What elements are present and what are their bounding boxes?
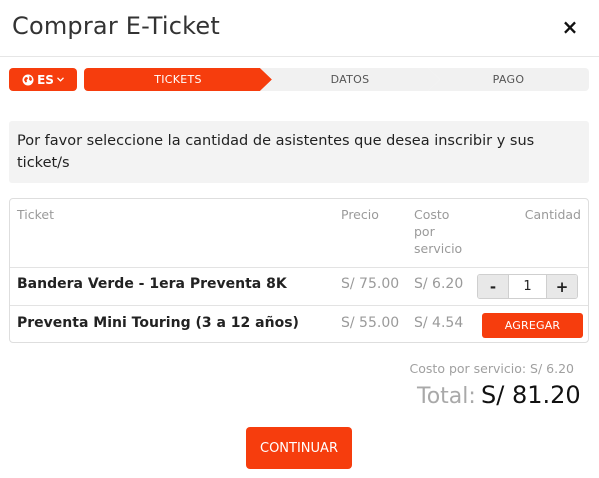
chevron-down-icon	[56, 77, 64, 82]
ticket-name: Preventa Mini Touring (3 a 12 años)	[17, 315, 299, 331]
row-divider	[10, 267, 588, 268]
language-selector[interactable]: ES	[9, 68, 77, 91]
step-pago: PAGO	[428, 68, 589, 91]
ticket-price: S/ 75.00	[341, 276, 400, 292]
quantity-stepper: - +	[477, 274, 578, 299]
tickets-table: Ticket Precio Costo por servicio Cantida…	[9, 198, 589, 343]
total-label: Total:	[417, 384, 476, 409]
header-costo-line3: servicio	[414, 241, 463, 256]
continue-button[interactable]: CONTINUAR	[246, 427, 352, 469]
modal-header: Comprar E-Ticket ×	[0, 0, 599, 57]
quantity-input[interactable]	[508, 275, 547, 298]
header-costo: Costo por servicio	[414, 206, 462, 257]
total-value: S/ 81.20	[481, 381, 581, 409]
ticket-price: S/ 55.00	[341, 315, 400, 331]
step-tickets: TICKETS	[84, 68, 272, 91]
modal-title: Comprar E-Ticket	[12, 12, 220, 40]
ticket-service-cost: S/ 6.20	[414, 276, 464, 292]
service-cost-summary: Costo por servicio: S/ 6.20	[409, 361, 574, 376]
add-ticket-button[interactable]: AGREGAR	[482, 313, 583, 338]
globe-icon	[22, 74, 34, 85]
decrement-button[interactable]: -	[478, 275, 508, 298]
info-message: Por favor seleccione la cantidad de asis…	[9, 121, 589, 183]
header-costo-line1: Costo	[414, 207, 450, 222]
ticket-name: Bandera Verde - 1era Preventa 8K	[17, 276, 287, 292]
increment-button[interactable]: +	[547, 275, 577, 298]
header-cantidad: Cantidad	[524, 207, 581, 222]
step-datos: DATOS	[260, 68, 440, 91]
ticket-service-cost: S/ 4.54	[414, 315, 464, 331]
close-icon[interactable]: ×	[561, 16, 579, 38]
header-ticket: Ticket	[17, 207, 54, 222]
header-costo-line2: por	[414, 224, 435, 239]
row-divider	[10, 305, 588, 306]
language-label: ES	[37, 72, 54, 87]
checkout-steps: TICKETS DATOS PAGO	[84, 68, 589, 91]
header-precio: Precio	[341, 207, 379, 222]
